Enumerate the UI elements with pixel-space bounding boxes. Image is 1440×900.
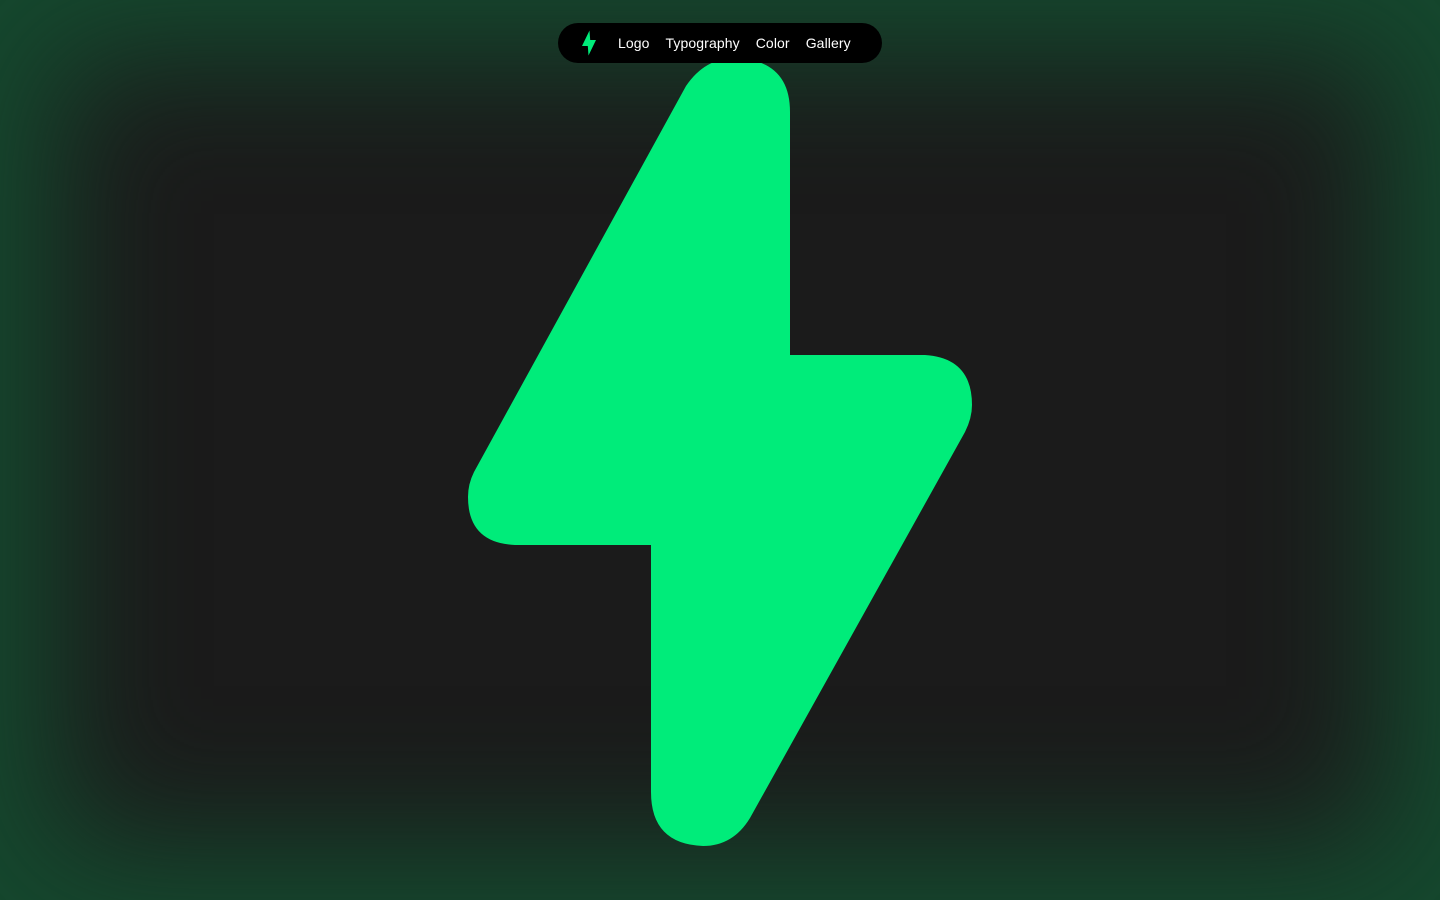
- top-navigation-pill: Logo Typography Color Gallery: [558, 23, 882, 63]
- lightning-bolt-logo-icon[interactable]: [580, 30, 598, 56]
- nav-link-typography[interactable]: Typography: [666, 35, 740, 51]
- nav-link-logo[interactable]: Logo: [618, 35, 650, 51]
- nav-link-gallery[interactable]: Gallery: [806, 35, 851, 51]
- page-stage: Logo Typography Color Gallery: [0, 0, 1440, 900]
- hero-lightning-bolt-icon: [468, 58, 972, 846]
- bolt-shape: [468, 58, 972, 846]
- nav-link-color[interactable]: Color: [756, 35, 790, 51]
